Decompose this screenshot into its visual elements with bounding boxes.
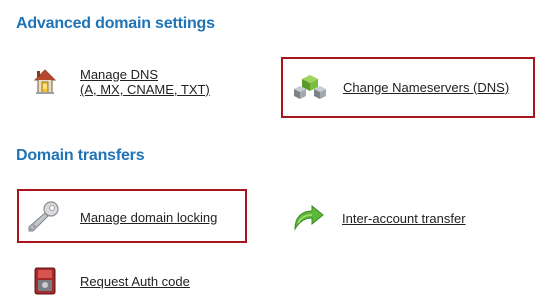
manage-dns-link[interactable]: Manage DNS (A, MX, CNAME, TXT) <box>33 67 210 97</box>
inter-account-transfer-link[interactable]: Inter-account transfer <box>292 204 466 231</box>
change-nameservers-link[interactable]: Change Nameservers (DNS) <box>292 74 509 100</box>
advanced-settings-heading: Advanced domain settings <box>16 15 215 32</box>
key-icon <box>26 201 60 233</box>
manage-dns-sublabel[interactable]: (A, MX, CNAME, TXT) <box>80 82 210 97</box>
manage-locking-link[interactable]: Manage domain locking <box>26 201 217 233</box>
request-auth-code-link[interactable]: Request Auth code <box>34 266 190 296</box>
inter-account-transfer-label[interactable]: Inter-account transfer <box>342 211 466 226</box>
domain-transfers-heading: Domain transfers <box>16 147 145 164</box>
manage-dns-text: Manage DNS (A, MX, CNAME, TXT) <box>80 67 210 97</box>
network-cubes-icon <box>292 74 328 100</box>
green-arrow-icon <box>292 204 324 231</box>
manage-dns-label[interactable]: Manage DNS <box>80 67 210 82</box>
house-icon <box>33 69 57 95</box>
red-device-icon <box>34 266 56 296</box>
request-auth-code-label[interactable]: Request Auth code <box>80 274 190 289</box>
change-nameservers-label[interactable]: Change Nameservers (DNS) <box>343 80 509 95</box>
manage-locking-label[interactable]: Manage domain locking <box>80 210 217 225</box>
